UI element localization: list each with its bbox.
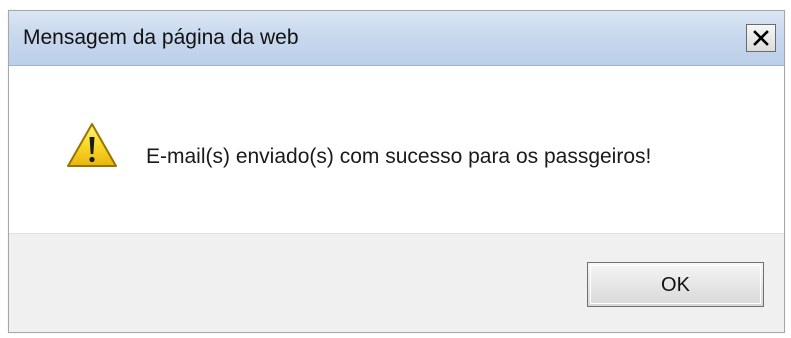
dialog-title: Mensagem da página da web bbox=[23, 26, 299, 49]
dialog-footer: OK bbox=[9, 233, 784, 332]
dialog-content: E-mail(s) enviado(s) com sucesso para os… bbox=[9, 66, 784, 233]
ok-button-label: OK bbox=[661, 273, 690, 296]
alert-dialog: Mensagem da página da web E-mail(s) envi… bbox=[8, 10, 785, 333]
dialog-message: E-mail(s) enviado(s) com sucesso para os… bbox=[146, 145, 652, 168]
ok-button[interactable]: OK bbox=[587, 262, 764, 307]
dialog-titlebar[interactable]: Mensagem da página da web bbox=[9, 11, 784, 66]
close-x-icon bbox=[753, 30, 769, 46]
close-button[interactable] bbox=[746, 24, 776, 52]
warning-triangle-icon bbox=[67, 123, 117, 167]
